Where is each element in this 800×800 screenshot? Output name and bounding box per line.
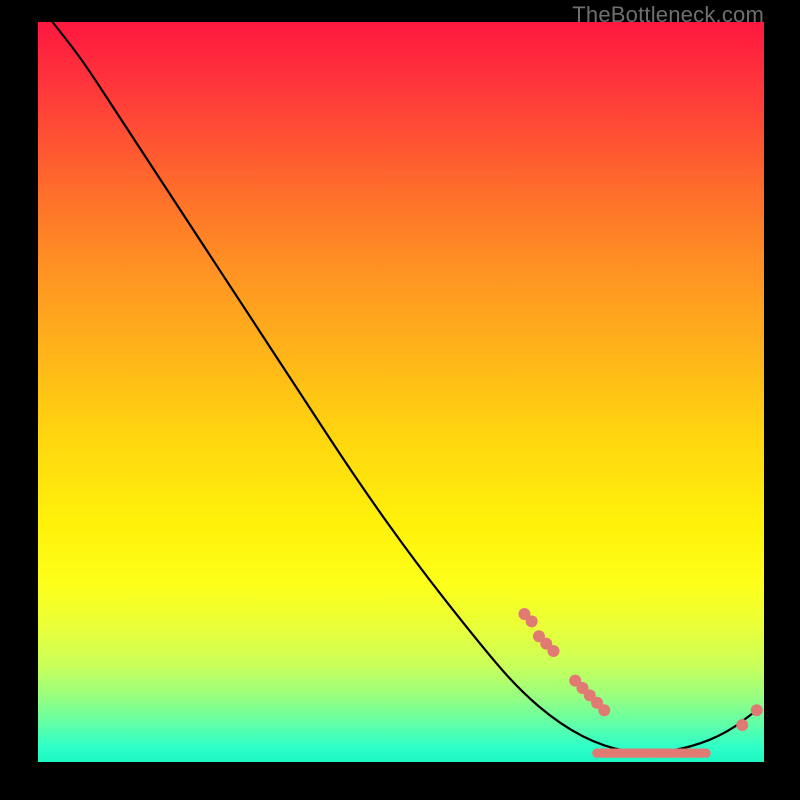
data-marker (526, 615, 538, 627)
plot-area (38, 22, 764, 762)
marker-group (518, 608, 762, 758)
data-marker (547, 645, 559, 657)
chart-svg (38, 22, 764, 762)
data-marker (701, 748, 711, 758)
curve-path (53, 22, 757, 753)
watermark-text: TheBottleneck.com (572, 2, 764, 28)
data-marker (751, 704, 763, 716)
data-marker (598, 704, 610, 716)
chart-container: TheBottleneck.com (0, 0, 800, 800)
data-marker (736, 719, 748, 731)
